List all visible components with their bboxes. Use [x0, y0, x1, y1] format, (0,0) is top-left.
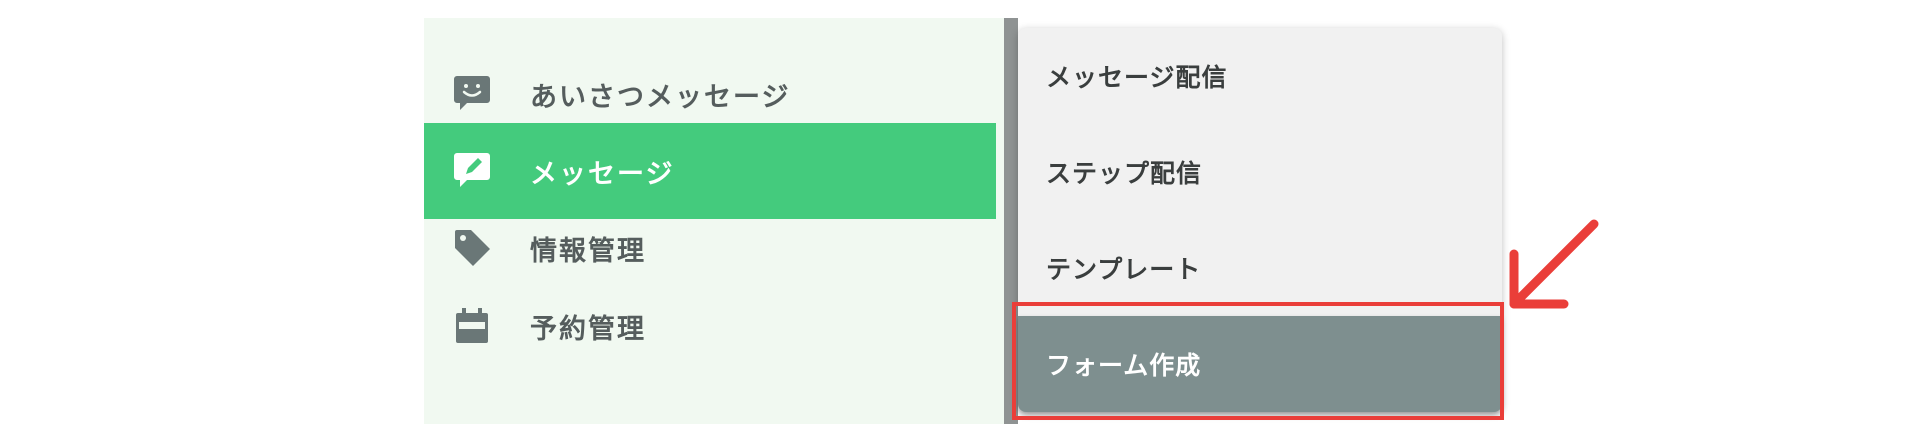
submenu-item-label: テンプレート: [1046, 255, 1202, 284]
sidebar-item-label: 情報管理: [530, 235, 646, 267]
sidebar-item-label: メッセージ: [530, 158, 675, 190]
calendar-icon: [452, 306, 492, 346]
stage: あいさつメッセージ メッセージ 情報管理 予約管理 メッセージ配信 ステップ配信…: [0, 0, 1920, 447]
sidebar-item-label: あいさつメッセージ: [530, 81, 791, 113]
sidebar-item-label: 予約管理: [530, 313, 646, 345]
submenu-item-label: ステップ配信: [1046, 159, 1203, 188]
highlight-box: [1012, 302, 1504, 420]
submenu-item-message-delivery[interactable]: メッセージ配信: [1018, 28, 1502, 124]
sidebar: あいさつメッセージ メッセージ 情報管理 予約管理: [424, 18, 1004, 424]
tag-icon: [452, 228, 492, 268]
pointer-arrow-icon: [1509, 219, 1599, 309]
sidebar-item-reservation-management[interactable]: 予約管理: [424, 278, 996, 374]
submenu-item-step-delivery[interactable]: ステップ配信: [1018, 124, 1502, 220]
edit-chat-icon: [452, 151, 492, 191]
submenu-item-label: メッセージ配信: [1046, 63, 1228, 92]
smile-chat-icon: [452, 74, 492, 114]
